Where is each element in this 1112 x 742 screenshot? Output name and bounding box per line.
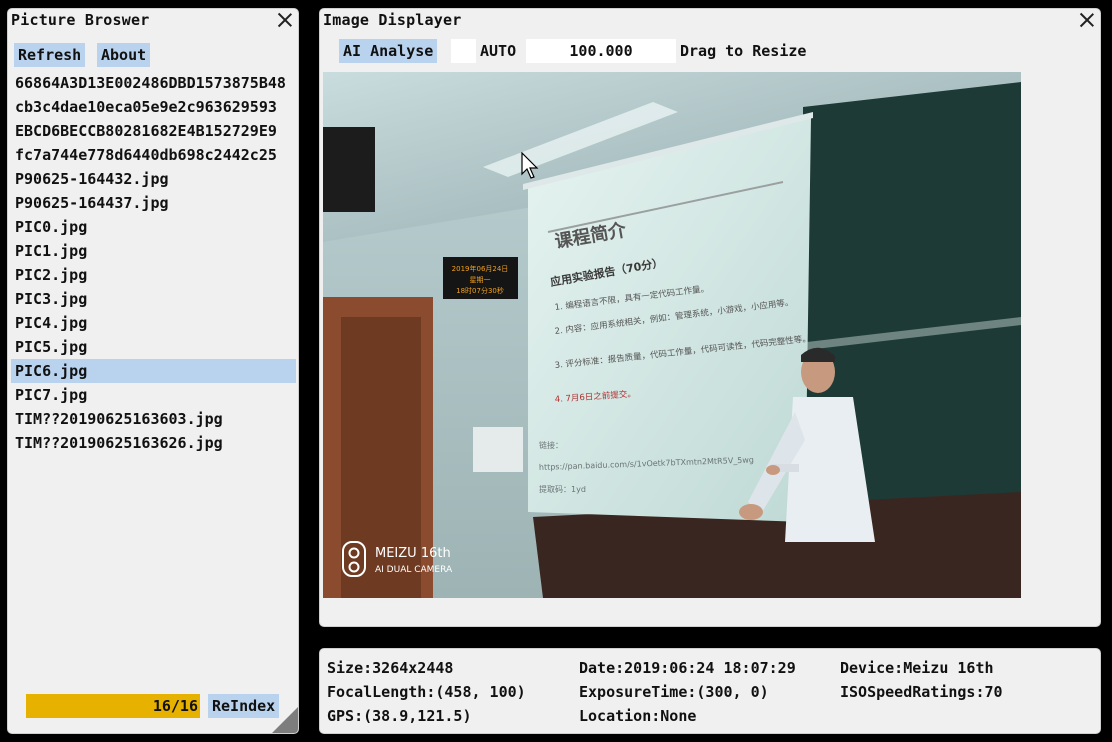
file-list-item[interactable]: PIC3.jpg xyxy=(11,287,296,311)
watermark-sub: AI DUAL CAMERA xyxy=(375,565,453,575)
file-list-item[interactable]: PIC2.jpg xyxy=(11,263,296,287)
info-exposure-time: ExposureTime:(300, 0) xyxy=(579,683,769,701)
file-list-item[interactable]: PIC7.jpg xyxy=(11,383,296,407)
file-list-item[interactable]: P90625-164437.jpg xyxy=(11,191,296,215)
zoom-input[interactable]: 100.000 xyxy=(526,39,676,63)
led-line1: 2019年06月24日 xyxy=(452,264,509,273)
info-focal-length: FocalLength:(458, 100) xyxy=(327,683,526,701)
file-list-item[interactable]: P90625-164432.jpg xyxy=(11,167,296,191)
picture-browser-window: Picture Broswer Refresh About 66864A3D13… xyxy=(7,8,299,734)
slide-footer-3: 提取码：1yd xyxy=(539,484,586,494)
file-list-item[interactable]: TIM??20190625163626.jpg xyxy=(11,431,296,455)
resize-grip-icon[interactable] xyxy=(272,707,298,733)
close-icon[interactable] xyxy=(1078,11,1096,29)
led-line3: 18时07分30秒 xyxy=(456,286,504,295)
drag-to-resize-label: Drag to Resize xyxy=(680,42,807,60)
file-list-item[interactable]: PIC6.jpg xyxy=(11,359,296,383)
watermark-brand: MEIZU 16th xyxy=(375,546,451,561)
browser-title: Picture Broswer xyxy=(11,11,150,29)
progress-bar: 16/16 xyxy=(26,694,200,718)
displayer-title: Image Displayer xyxy=(323,11,462,29)
file-list-item[interactable]: fc7a744e778d6440db698c2442c25 xyxy=(11,143,296,167)
close-icon[interactable] xyxy=(276,11,294,29)
file-list-item[interactable]: PIC1.jpg xyxy=(11,239,296,263)
image-view[interactable]: 2019年06月24日 星期一 18时07分30秒 课程简介 应用实验报告（70… xyxy=(323,72,1021,598)
info-location: Location:None xyxy=(579,707,697,725)
file-list-item[interactable]: cb3c4dae10eca05e9e2c963629593 xyxy=(11,95,296,119)
info-iso: ISOSpeedRatings:70 xyxy=(840,683,1003,701)
file-list-item[interactable]: PIC5.jpg xyxy=(11,335,296,359)
auto-label: AUTO xyxy=(480,42,517,60)
file-list-item[interactable]: PIC4.jpg xyxy=(11,311,296,335)
led-line2: 星期一 xyxy=(470,276,491,284)
file-list-item[interactable]: 66864A3D13E002486DBD1573875B48 xyxy=(11,71,296,95)
auto-checkbox[interactable] xyxy=(451,39,476,63)
reindex-button[interactable]: ReIndex xyxy=(208,694,280,718)
info-size: Size:3264x2448 xyxy=(327,659,454,677)
image-displayer-window: Image Displayer AI Analyse AUTO 100.000 … xyxy=(319,8,1101,627)
slide-footer-1: 链接： xyxy=(539,440,563,450)
photo-image: 2019年06月24日 星期一 18时07分30秒 课程简介 应用实验报告（70… xyxy=(323,72,1021,598)
info-gps: GPS:(38.9,121.5) xyxy=(327,707,472,725)
file-list-item[interactable]: TIM??20190625163603.jpg xyxy=(11,407,296,431)
info-date: Date:2019:06:24 18:07:29 xyxy=(579,659,796,677)
image-info-panel: Size:3264x2448 Date:2019:06:24 18:07:29 … xyxy=(319,648,1101,734)
file-list-item[interactable]: EBCD6BECCB80281682E4B152729E9 xyxy=(11,119,296,143)
mouse-cursor-icon xyxy=(521,152,539,179)
ai-analyse-button[interactable]: AI Analyse xyxy=(339,39,438,63)
file-list-item[interactable]: PIC0.jpg xyxy=(11,215,296,239)
file-list: 66864A3D13E002486DBD1573875B48 cb3c4dae10… xyxy=(11,71,296,455)
refresh-button[interactable]: Refresh xyxy=(14,43,86,67)
info-device: Device:Meizu 16th xyxy=(840,659,994,677)
about-button[interactable]: About xyxy=(97,43,151,67)
